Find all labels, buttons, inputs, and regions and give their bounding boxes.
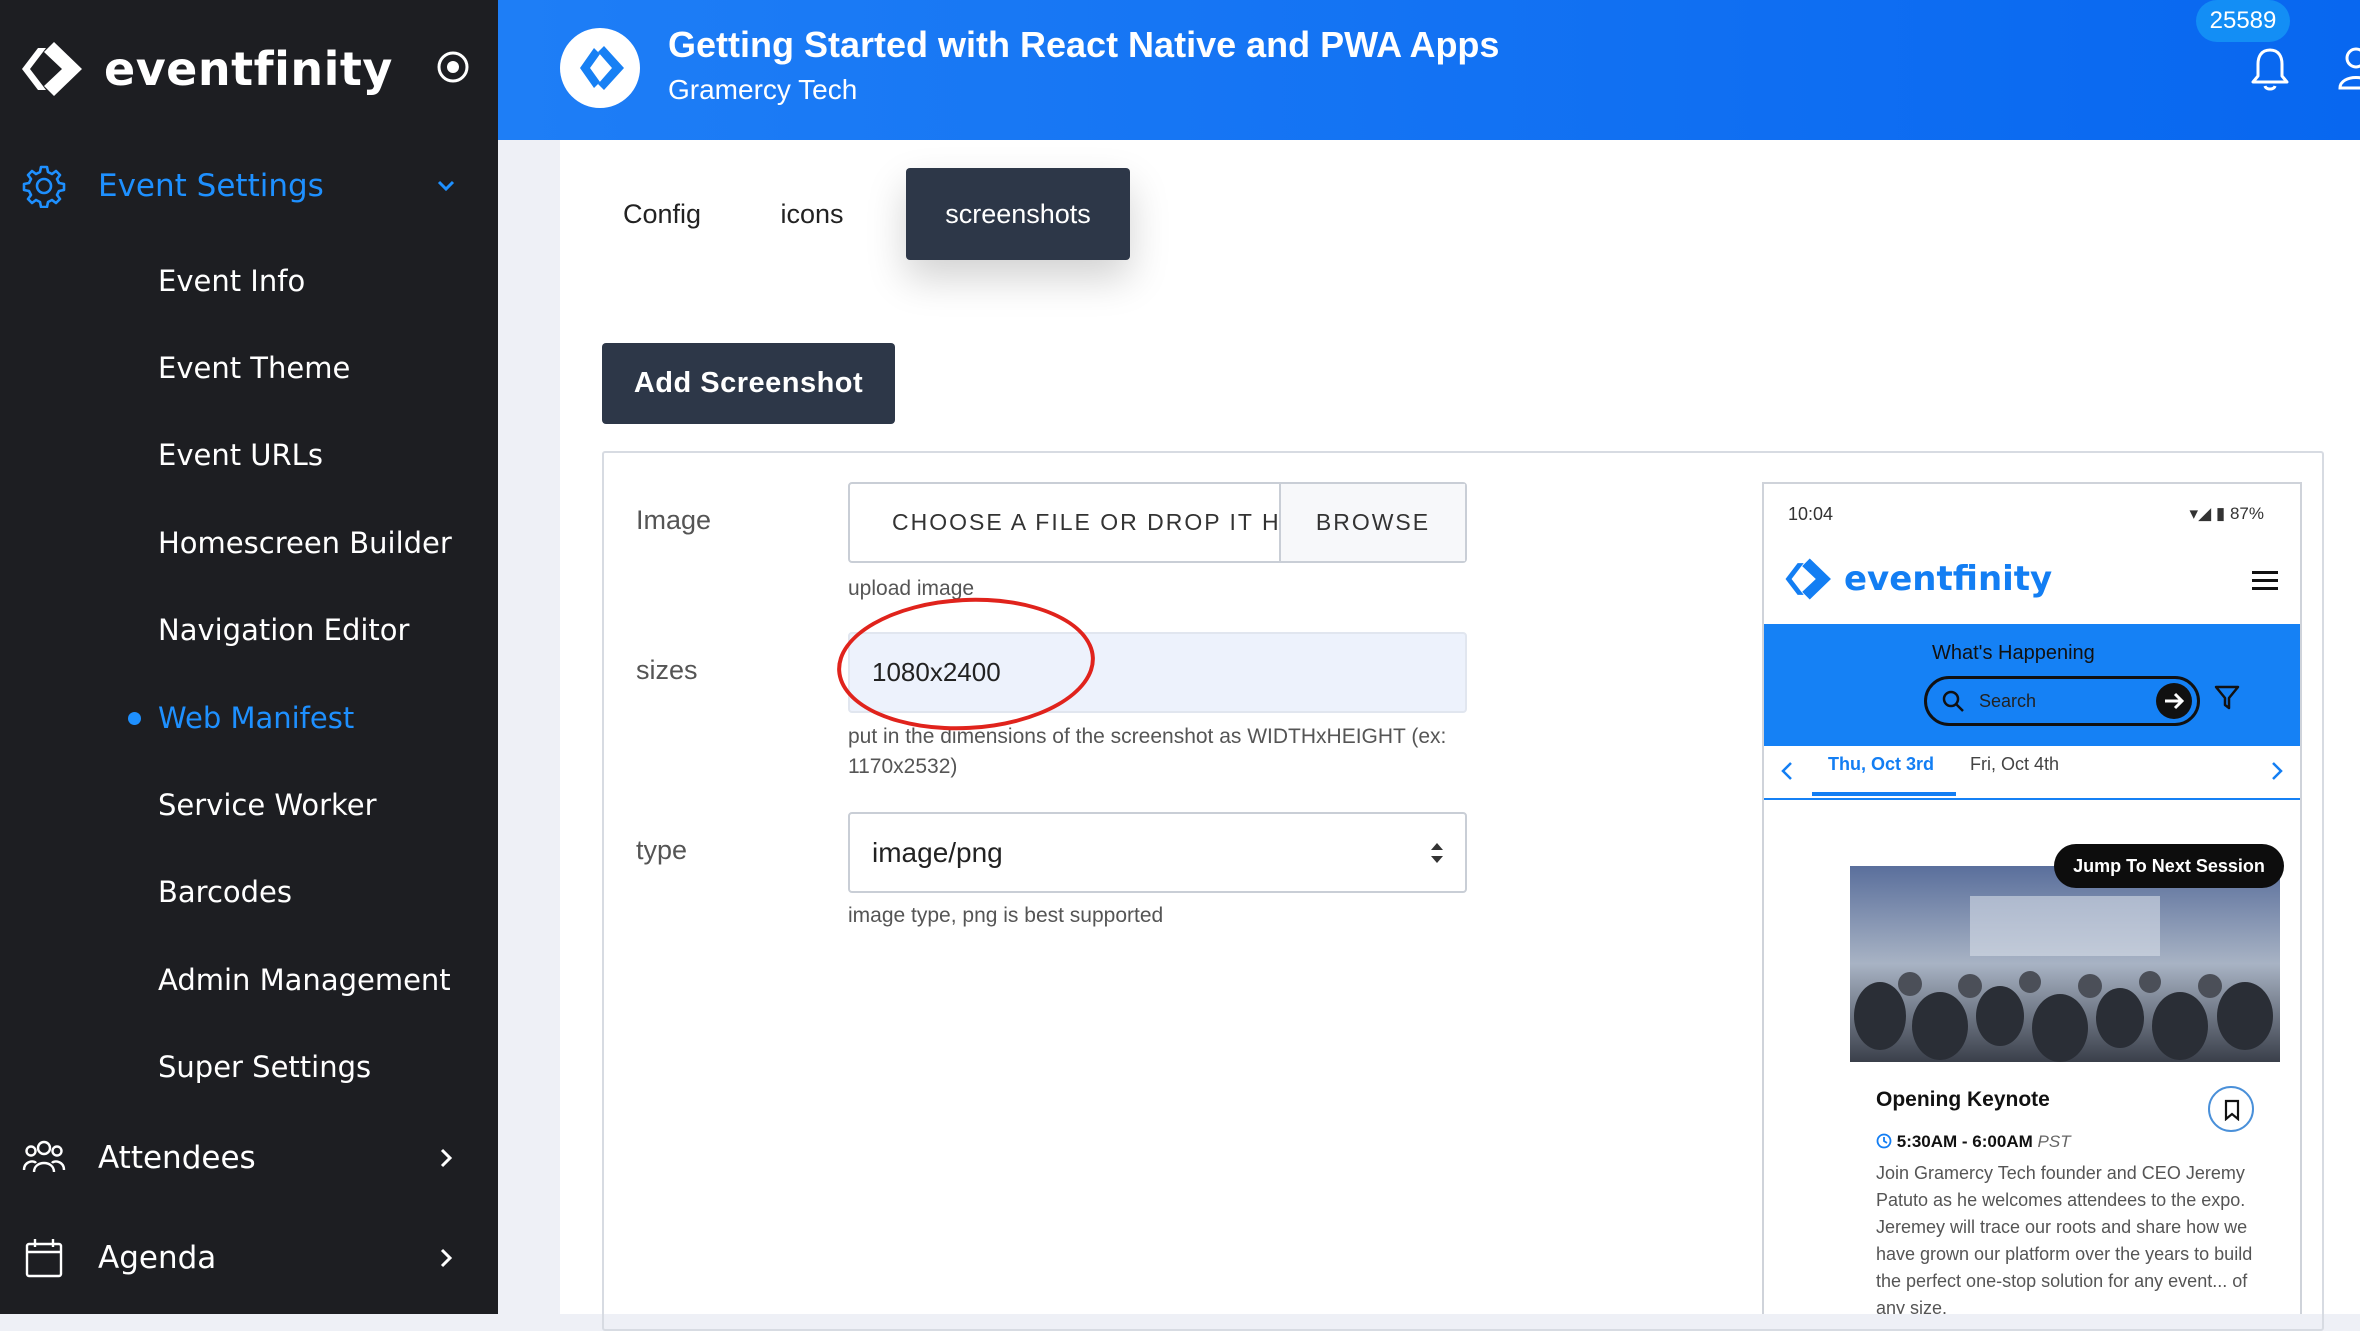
sidebar-section-label: Attendees [98,1140,256,1176]
sidebar-item-event-theme[interactable]: Event Theme [158,343,350,393]
date-tab-underline [1812,792,1956,796]
sidebar-item-navigation-editor[interactable]: Navigation Editor [158,605,409,655]
calendar-icon [25,1239,63,1278]
whats-happening-panel: What's Happening Search [1764,624,2300,746]
session-description: Join Gramercy Tech founder and CEO Jerem… [1876,1163,2253,1314]
sizes-label: sizes [636,655,698,685]
sidebar: eventfinity Event Settings Event Info Ev… [0,0,498,1314]
bookmark-icon [2224,1099,2240,1121]
bookmark-button[interactable] [2208,1086,2254,1132]
chevron-right-icon [440,1248,453,1268]
sidebar-item-service-worker[interactable]: Service Worker [158,780,377,830]
brand-name: eventfinity [104,42,393,96]
session-timezone: PST [2037,1132,2071,1151]
user-icon[interactable] [2336,44,2360,92]
phone-brand-name: eventfinity [1844,559,2053,599]
image-file-input[interactable]: CHOOSE A FILE OR DROP IT HERE... BROWSE [848,482,1467,563]
chevron-down-icon [437,180,455,192]
sidebar-section-event-settings[interactable]: Event Settings [0,146,498,226]
image-label: Image [636,505,712,535]
type-select[interactable]: image/png [848,812,1467,893]
top-header: Getting Started with React Native and PW… [498,0,2360,140]
type-label: type [636,835,688,865]
date-tab-next[interactable]: Fri, Oct 4th [1970,754,2059,775]
sidebar-item-event-urls[interactable]: Event URLs [158,430,323,480]
sizes-help-line: 1170x2532) [848,755,958,778]
tab-config[interactable]: Config [600,168,724,260]
whats-happening-title: What's Happening [1932,642,2095,664]
select-arrows-icon [1431,843,1443,863]
hamburger-menu-icon[interactable] [2252,570,2278,592]
bell-icon[interactable] [2248,46,2292,92]
sidebar-section-attendees[interactable]: Attendees [0,1118,498,1198]
sidebar-section-label: Event Settings [98,168,324,204]
gear-icon [22,165,66,208]
session-time-range: 5:30AM - 6:00AM [1896,1132,2033,1151]
event-title: Getting Started with React Native and PW… [668,24,1500,65]
battery-level: 87% [2229,504,2264,523]
jump-to-next-session-button[interactable]: Jump To Next Session [2054,844,2284,888]
sidebar-item-homescreen-builder[interactable]: Homescreen Builder [158,518,452,568]
sidebar-section-label: Agenda [98,1240,217,1276]
notification-count-badge: 25589 [2196,0,2290,42]
eventfinity-logo-icon [22,42,82,96]
date-bar-divider [1764,798,2300,800]
phone-search-input[interactable]: Search [1924,676,2200,726]
session-photo-conference-audience [1850,866,2280,1062]
sidebar-item-super-settings[interactable]: Super Settings [158,1042,371,1092]
phone-preview: 10:04 ▾◢ ▮ 87% eventfinity What's Happen… [1762,482,2302,1314]
arrow-right-circle-icon[interactable] [2155,682,2193,720]
brand-logo[interactable]: eventfinity [20,34,393,104]
target-icon[interactable] [436,50,470,84]
eventfinity-logo-icon [1785,558,1831,600]
sidebar-item-event-info[interactable]: Event Info [158,256,305,306]
browse-button[interactable]: BROWSE [1279,484,1465,561]
search-icon [1942,690,1964,712]
wifi-signal-icon: ▾◢ ▮ [2189,504,2226,523]
search-placeholder: Search [1979,691,2037,711]
tab-screenshots[interactable]: screenshots [906,168,1130,260]
sidebar-item-web-manifest[interactable]: Web Manifest [158,693,354,743]
phone-brand-logo: eventfinity [1784,554,2052,604]
session-title: Opening Keynote [1876,1088,2050,1111]
chevron-right-icon[interactable] [2266,760,2286,782]
phone-status-time: 10:04 [1788,504,1834,524]
active-indicator-dot [128,712,141,725]
session-time: 5:30AM - 6:00AM PST [1876,1132,2071,1152]
type-help-text: image type, png is best supported [848,904,1164,927]
tab-icons[interactable]: icons [756,168,868,260]
type-selected-value: image/png [872,837,1003,868]
filter-icon[interactable] [2214,684,2240,712]
sidebar-section-agenda[interactable]: Agenda [0,1218,498,1298]
chevron-left-icon[interactable] [1778,760,1798,782]
phone-status-battery: ▾◢ ▮ 87% [2190,504,2264,524]
add-screenshot-button[interactable]: Add Screenshot [602,343,895,424]
sizes-help-text: put in the dimensions of the screenshot … [848,722,1446,782]
sidebar-item-barcodes[interactable]: Barcodes [158,867,292,917]
file-drop-zone[interactable]: CHOOSE A FILE OR DROP IT HERE... [850,484,1279,561]
event-organizer: Gramercy Tech [668,74,858,105]
clock-icon [1876,1133,1892,1149]
eventfinity-logo-icon [580,46,624,90]
event-logo [560,28,640,108]
chevron-right-icon [440,1148,453,1168]
date-tab-active[interactable]: Thu, Oct 3rd [1828,754,1934,775]
people-icon [22,1140,66,1173]
sidebar-item-admin-management[interactable]: Admin Management [158,955,451,1005]
